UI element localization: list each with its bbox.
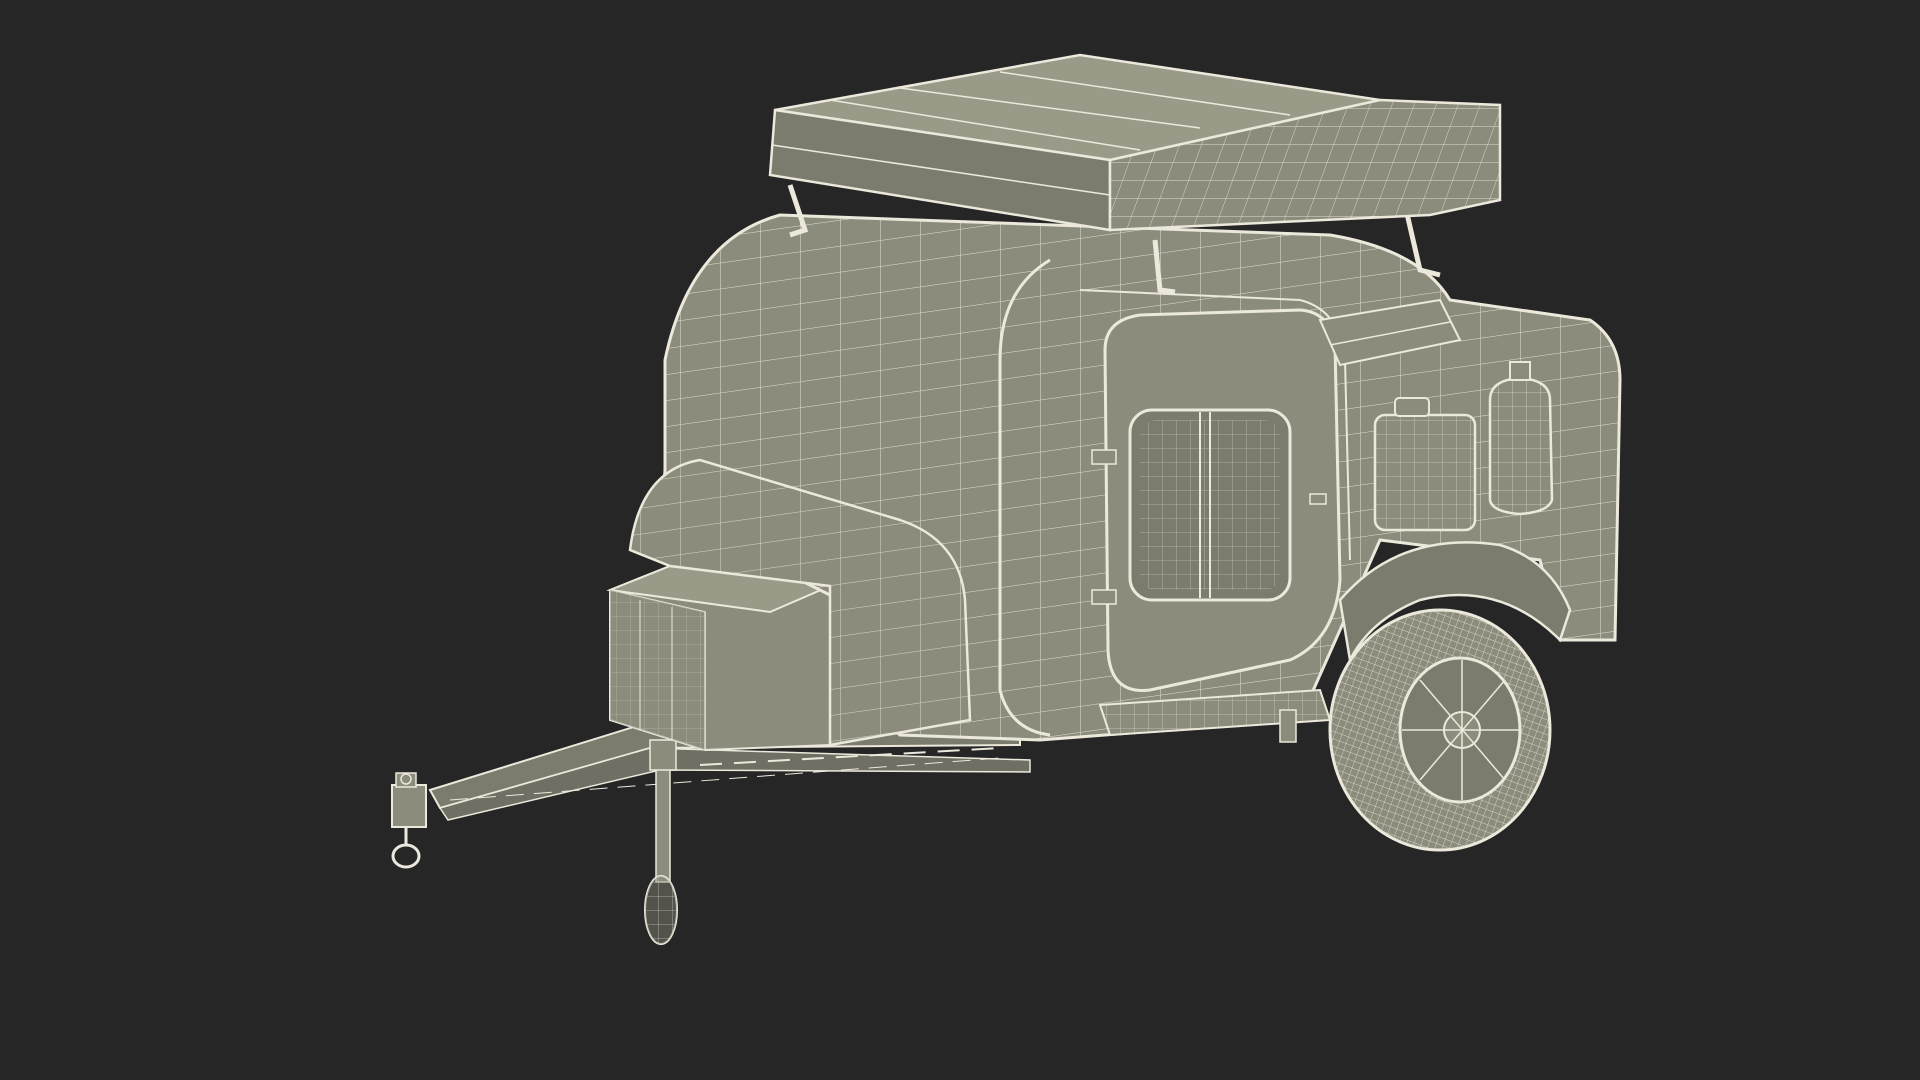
jerry-can [1373,397,1477,532]
main-wheel [1328,608,1552,852]
door-hinge-lower [1091,589,1117,605]
front-storage-box [606,564,834,752]
jockey-wheel [644,739,678,945]
side-door [1091,308,1342,692]
rooftop-tent [768,53,1502,232]
viewport [0,0,1920,1080]
gas-bottle [1488,361,1554,516]
door-handle-icon [1309,493,1327,505]
hitch-coupler [391,772,427,869]
door-hinge-upper [1091,449,1117,465]
trailer-wireframe-render [391,53,1622,945]
stabilizer-leg [1279,709,1297,743]
